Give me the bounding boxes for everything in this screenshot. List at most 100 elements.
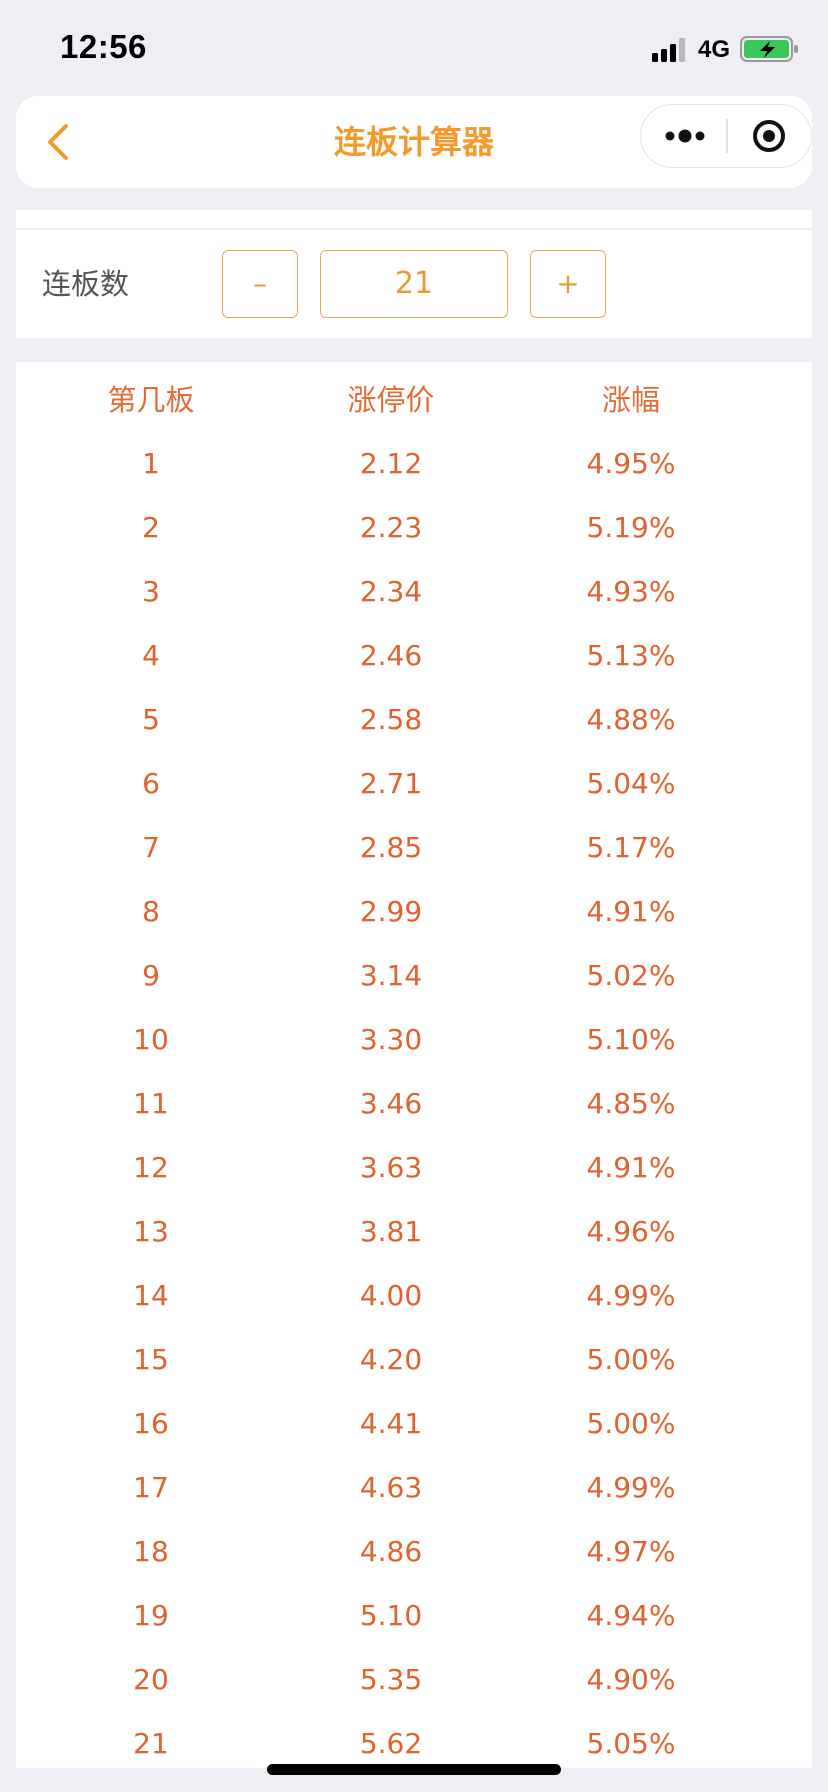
row-board-number: 1 — [142, 447, 160, 480]
row-limit-price: 3.63 — [359, 1151, 423, 1184]
status-bar: 12:56 4G — [0, 0, 828, 96]
table-row: 1 2.12 4.95% — [16, 432, 812, 496]
row-limit-price: 3.81 — [359, 1215, 423, 1248]
table-row: 16 4.41 5.00% — [16, 1392, 812, 1456]
row-board-number: 8 — [142, 895, 160, 928]
table-row: 14 4.00 4.99% — [16, 1264, 812, 1328]
row-board-number: 17 — [133, 1471, 169, 1504]
row-change: 4.93% — [586, 575, 676, 608]
row-change: 4.99% — [586, 1279, 676, 1312]
row-limit-price: 4.63 — [359, 1471, 423, 1504]
table-row: 12 3.63 4.91% — [16, 1136, 812, 1200]
table-row: 11 3.46 4.85% — [16, 1072, 812, 1136]
row-limit-price: 4.41 — [359, 1407, 423, 1440]
table-row: 10 3.30 5.10% — [16, 1008, 812, 1072]
row-change: 4.96% — [586, 1215, 676, 1248]
row-limit-price: 5.10 — [359, 1599, 423, 1632]
table-row: 8 2.99 4.91% — [16, 880, 812, 944]
increment-button[interactable]: + — [530, 250, 606, 318]
row-limit-price: 5.35 — [359, 1663, 423, 1696]
row-change: 5.00% — [586, 1407, 676, 1440]
status-time: 12:56 — [60, 28, 147, 65]
table-row: 2 2.23 5.19% — [16, 496, 812, 560]
table-row: 18 4.86 4.97% — [16, 1520, 812, 1584]
table-row: 9 3.14 5.02% — [16, 944, 812, 1008]
row-board-number: 12 — [133, 1151, 169, 1184]
row-limit-price: 4.00 — [359, 1279, 423, 1312]
row-change: 5.00% — [586, 1343, 676, 1376]
row-limit-price: 2.12 — [359, 447, 423, 480]
table-row: 21 5.62 5.05% — [16, 1712, 812, 1768]
row-change: 4.88% — [586, 703, 676, 736]
row-limit-price: 2.71 — [359, 767, 423, 800]
row-change: 5.05% — [586, 1727, 676, 1760]
back-button[interactable] — [36, 118, 84, 166]
row-change: 4.90% — [586, 1663, 676, 1696]
cellular-signal-icon — [652, 38, 690, 62]
row-limit-price: 2.23 — [359, 511, 423, 544]
miniprogram-capsule — [640, 104, 812, 168]
decrement-button[interactable]: – — [222, 250, 298, 318]
row-board-number: 2 — [142, 511, 160, 544]
row-limit-price: 3.46 — [359, 1087, 423, 1120]
table-row: 7 2.85 5.17% — [16, 816, 812, 880]
row-board-number: 6 — [142, 767, 160, 800]
row-change: 4.95% — [586, 447, 676, 480]
row-board-number: 9 — [142, 959, 160, 992]
row-change: 4.99% — [586, 1471, 676, 1504]
header-board-number: 第几板 — [107, 383, 195, 417]
row-board-number: 7 — [142, 831, 160, 864]
limit-up-table: 第几板 涨停价 涨幅 上 1 2.12 4.95% 2 2.23 5.19% 3 2.34 4.… — [16, 362, 812, 1768]
row-board-number: 21 — [133, 1727, 169, 1760]
table-row: 13 3.81 4.96% — [16, 1200, 812, 1264]
table-row: 4 2.46 5.13% — [16, 624, 812, 688]
row-change: 4.97% — [586, 1535, 676, 1568]
row-board-number: 16 — [133, 1407, 169, 1440]
board-count-label: 连板数 — [42, 267, 130, 301]
row-change: 4.94% — [586, 1599, 676, 1632]
row-board-number: 13 — [133, 1215, 169, 1248]
row-limit-price: 3.30 — [359, 1023, 423, 1056]
row-limit-price: 2.85 — [359, 831, 423, 864]
navigation-bar: 连板计算器 — [16, 96, 812, 188]
row-change: 4.85% — [586, 1087, 676, 1120]
target-circle-icon — [753, 120, 785, 152]
row-limit-price: 4.86 — [359, 1535, 423, 1568]
row-board-number: 5 — [142, 703, 160, 736]
table-row: 19 5.10 4.94% — [16, 1584, 812, 1648]
row-board-number: 11 — [133, 1087, 169, 1120]
close-miniprogram-button[interactable] — [727, 105, 811, 167]
row-board-number: 20 — [133, 1663, 169, 1696]
board-count-input[interactable]: 21 — [320, 250, 508, 318]
section-divider — [16, 210, 812, 229]
row-board-number: 18 — [133, 1535, 169, 1568]
row-change: 5.13% — [586, 639, 676, 672]
row-board-number: 14 — [133, 1279, 169, 1312]
row-change: 5.19% — [586, 511, 676, 544]
row-limit-price: 2.46 — [359, 639, 423, 672]
table-row: 6 2.71 5.04% — [16, 752, 812, 816]
row-change: 5.02% — [586, 959, 676, 992]
row-limit-price: 3.14 — [359, 959, 423, 992]
row-limit-price: 2.58 — [359, 703, 423, 736]
chevron-left-icon — [48, 124, 68, 160]
row-change: 5.17% — [586, 831, 676, 864]
more-dots-icon — [665, 129, 705, 143]
row-board-number: 3 — [142, 575, 160, 608]
table-row: 15 4.20 5.00% — [16, 1328, 812, 1392]
table-row: 20 5.35 4.90% — [16, 1648, 812, 1712]
table-row: 5 2.58 4.88% — [16, 688, 812, 752]
row-change: 4.91% — [586, 895, 676, 928]
row-limit-price: 2.99 — [359, 895, 423, 928]
home-indicator — [267, 1764, 561, 1775]
row-board-number: 10 — [133, 1023, 169, 1056]
board-count-row: 连板数 – 21 + — [16, 230, 812, 338]
row-limit-price: 4.20 — [359, 1343, 423, 1376]
header-change: 涨幅 — [601, 383, 660, 417]
table-row: 17 4.63 4.99% — [16, 1456, 812, 1520]
battery-charging-icon — [740, 36, 798, 62]
row-board-number: 15 — [133, 1343, 169, 1376]
header-limit-price: 涨停价 — [347, 383, 435, 417]
more-button[interactable] — [641, 105, 727, 167]
row-change: 5.04% — [586, 767, 676, 800]
